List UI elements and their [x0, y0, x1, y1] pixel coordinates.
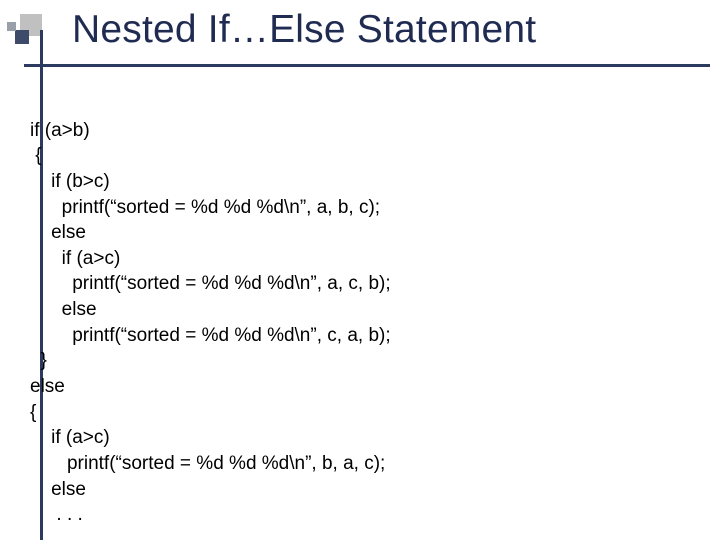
code-line: }: [30, 350, 47, 371]
code-line: else: [30, 479, 86, 500]
code-line: else: [30, 376, 65, 397]
code-line: if (a>c): [30, 427, 110, 448]
code-line: printf(“sorted = %d %d %d\n”, a, b, c);: [30, 197, 380, 218]
code-line: if (b>c): [30, 171, 110, 192]
deco-square-small: [7, 22, 16, 31]
code-line: printf(“sorted = %d %d %d\n”, b, a, c);: [30, 453, 385, 474]
code-line: else: [30, 222, 86, 243]
code-line: {: [30, 402, 36, 423]
code-line: . . .: [30, 504, 83, 525]
code-line: {: [30, 145, 42, 166]
code-line: printf(“sorted = %d %d %d\n”, a, c, b);: [30, 273, 391, 294]
horizontal-rule: [24, 64, 710, 67]
code-line: if (a>c): [30, 248, 120, 269]
corner-decoration: [6, 14, 58, 66]
code-block: if (a>b) { if (b>c) printf(“sorted = %d …: [30, 92, 391, 528]
code-line: else: [30, 299, 97, 320]
code-line: if (a>b): [30, 120, 90, 141]
deco-square-dark: [15, 30, 29, 44]
slide-title: Nested If…Else Statement: [72, 8, 536, 52]
code-line: printf(“sorted = %d %d %d\n”, c, a, b);: [30, 325, 391, 346]
